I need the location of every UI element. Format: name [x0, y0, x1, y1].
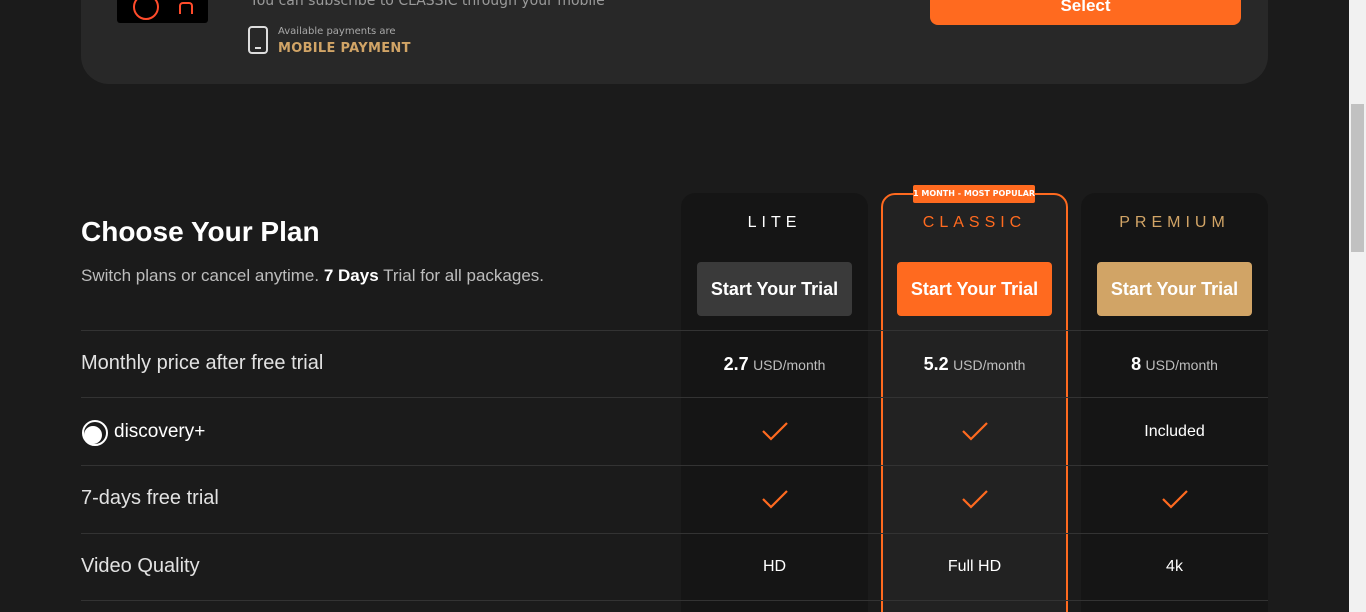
page-title: Choose Your Plan: [81, 216, 320, 247]
check-icon: [881, 420, 1068, 444]
discovery-label: discovery+: [114, 421, 206, 442]
check-icon: [881, 488, 1068, 512]
price-value: 5.2: [923, 354, 949, 374]
plan-logo-icon: [117, 0, 208, 23]
quality-lite: HD: [762, 558, 787, 575]
page-subtitle: Switch plans or cancel anytime. 7 Days T…: [81, 266, 544, 286]
page: You can subscribe to CLASSIC through you…: [0, 0, 1366, 612]
discovery-plus-logo: discovery+: [81, 418, 241, 446]
price-value: 8: [1131, 354, 1142, 374]
row-divider: [81, 533, 1268, 534]
price-unit: USD/month: [953, 357, 1026, 373]
price-unit: USD/month: [753, 357, 826, 373]
subtitle-post: Trial for all packages.: [378, 266, 545, 285]
row-divider: [81, 397, 1268, 398]
price-value: 2.7: [723, 354, 749, 374]
plan-column-classic: [881, 193, 1068, 612]
discovery-premium: Included: [1144, 423, 1205, 440]
row-label-trial: 7-days free trial: [81, 487, 219, 509]
payments-caption: Available payments are: [278, 26, 396, 37]
discovery-logo-icon: [82, 420, 108, 446]
scrollbar-thumb[interactable]: [1351, 104, 1364, 252]
payment-card: You can subscribe to CLASSIC through you…: [81, 0, 1268, 84]
check-icon: [681, 488, 868, 512]
price-classic: 5.2 USD/month: [881, 354, 1068, 375]
quality-premium: 4k: [1166, 558, 1183, 575]
check-icon: [1081, 488, 1268, 512]
price-premium: 8 USD/month: [1081, 354, 1268, 375]
most-popular-badge: 1 MONTH - MOST POPULAR: [913, 185, 1035, 203]
price-unit: USD/month: [1145, 357, 1218, 373]
scrollbar-track[interactable]: [1349, 0, 1366, 612]
row-label-price: Monthly price after free trial: [81, 352, 324, 374]
check-icon: [681, 420, 868, 444]
start-trial-premium-button[interactable]: Start Your Trial: [1097, 262, 1252, 316]
row-divider: [81, 330, 1268, 331]
subtitle-pre: Switch plans or cancel anytime.: [81, 266, 324, 285]
quality-classic: Full HD: [947, 558, 1002, 575]
plan-name-classic: CLASSIC: [922, 214, 1027, 231]
plan-column-premium: [1081, 193, 1268, 612]
select-button[interactable]: Select: [930, 0, 1241, 25]
payment-method: MOBILE PAYMENT: [278, 41, 411, 56]
subtitle-bold: 7 Days: [323, 266, 379, 285]
row-divider: [81, 600, 1268, 601]
plan-name-premium: PREMIUM: [1119, 214, 1230, 231]
phone-icon: [248, 26, 268, 54]
payment-card-subtitle: You can subscribe to CLASSIC through you…: [250, 0, 605, 9]
plan-column-lite: [681, 193, 868, 612]
start-trial-classic-button[interactable]: Start Your Trial: [897, 262, 1052, 316]
start-trial-lite-button[interactable]: Start Your Trial: [697, 262, 852, 316]
row-divider: [81, 465, 1268, 466]
plan-name-lite: LITE: [747, 214, 802, 231]
price-lite: 2.7 USD/month: [681, 354, 868, 375]
row-label-quality: Video Quality: [81, 555, 200, 577]
